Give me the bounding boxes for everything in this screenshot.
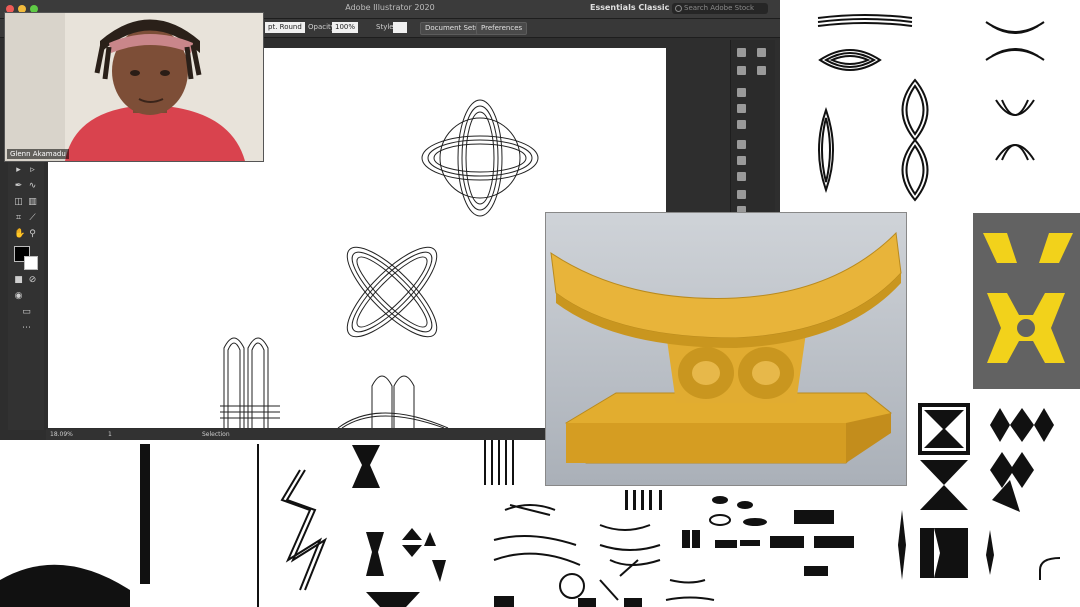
zoom-level[interactable]: 18.09% [50, 429, 73, 440]
woven-knot-symbol-top [421, 99, 539, 217]
more-tools-icon[interactable]: ⋯ [22, 324, 31, 333]
draw-mode-icon[interactable]: ◉ [14, 292, 23, 301]
symbol-diamonds [990, 408, 1054, 512]
stroke-panel-icon[interactable] [737, 140, 746, 149]
stock-search-input[interactable]: Search Adobe Stock [672, 3, 768, 14]
preferences-button[interactable]: Preferences [476, 22, 528, 35]
status-bar: 18.09% 1 Selection [46, 429, 546, 440]
symbol-stacked-hourglass [352, 445, 446, 607]
direct-selection-tool-icon[interactable]: ▹ [28, 166, 37, 175]
tools-panel: ▸ ▹ ✒ ∿ ◫ ▥ ⌗ ⟋ ✋ ⚲ ■ ⊘ ◉ ▭ ⋯ [8, 160, 44, 430]
participant-name-tag: Glenn Akamadu [7, 149, 69, 159]
appearance-panel-icon[interactable] [737, 190, 746, 199]
selection-tool-icon[interactable]: ▸ [14, 166, 23, 175]
current-tool-status[interactable]: Selection [202, 429, 230, 440]
shape-builder-tool-icon[interactable]: ◫ [14, 198, 23, 207]
adinkra-yellow-panel [973, 213, 1080, 389]
libraries-panel-icon[interactable] [737, 66, 746, 75]
opacity-input[interactable]: 100% [332, 22, 359, 33]
style-swatch[interactable] [393, 22, 407, 33]
hand-tool-icon[interactable]: ✋ [14, 230, 25, 239]
color-mode-icon[interactable]: ■ [14, 276, 23, 285]
symbol-hourglass-lines [995, 99, 1035, 161]
artboard-tool-icon[interactable]: ⌗ [14, 214, 23, 223]
arch-symbol-left [220, 337, 280, 428]
workspace-switcher[interactable]: Essentials Classic [590, 3, 669, 12]
pen-tool-icon[interactable]: ✒ [14, 182, 23, 191]
stool-image [550, 231, 902, 464]
symbol-hook [1039, 557, 1061, 580]
symbol-blocks [898, 510, 994, 580]
search-icon [675, 5, 682, 12]
symbols-panel-icon[interactable] [737, 120, 746, 129]
arch-symbol-right [337, 375, 449, 428]
adinkra-yellow-symbol [983, 233, 1073, 363]
layers-panel-icon[interactable] [757, 48, 766, 57]
artboard-navigator[interactable]: 1 [108, 429, 112, 440]
symbol-top-bar [817, 14, 913, 71]
webcam-video: Glenn Akamadu [4, 12, 264, 162]
woven-knot-symbol-middle [346, 246, 438, 338]
transparency-panel-icon[interactable] [737, 172, 746, 181]
gradient-panel-icon[interactable] [737, 156, 746, 165]
screen: Adobe Illustrator 2020 Essentials Classi… [0, 0, 1080, 607]
graph-tool-icon[interactable]: ▥ [28, 198, 37, 207]
symbol-curves-bottom [493, 504, 715, 601]
slice-tool-icon[interactable]: ⟋ [28, 214, 37, 223]
symbol-spindle-left [818, 106, 834, 194]
curvature-tool-icon[interactable]: ∿ [28, 182, 37, 191]
symbol-semicircle [0, 444, 150, 607]
zoom-tool-icon[interactable]: ⚲ [28, 230, 37, 239]
stroke-color-swatch[interactable] [24, 256, 38, 270]
properties-panel-icon[interactable] [737, 48, 746, 57]
none-color-icon[interactable]: ⊘ [28, 276, 37, 285]
symbol-vertical-lines [484, 440, 514, 485]
brushes-panel-icon[interactable] [737, 104, 746, 113]
presenter-image [5, 13, 263, 161]
symbol-figure-eight [901, 78, 929, 202]
symbol-hourglass-solid [918, 403, 970, 510]
symbol-zigzag [257, 444, 328, 607]
color-panel-icon[interactable] [737, 88, 746, 97]
asante-stool-photo [545, 212, 907, 486]
asset-export-icon[interactable] [757, 66, 766, 75]
symbol-hourglass-curved [985, 21, 1045, 61]
stroke-profile-select[interactable]: pt. Round [265, 22, 305, 33]
stock-search-placeholder: Search Adobe Stock [684, 4, 755, 12]
screen-mode-icon[interactable]: ▭ [22, 308, 31, 317]
